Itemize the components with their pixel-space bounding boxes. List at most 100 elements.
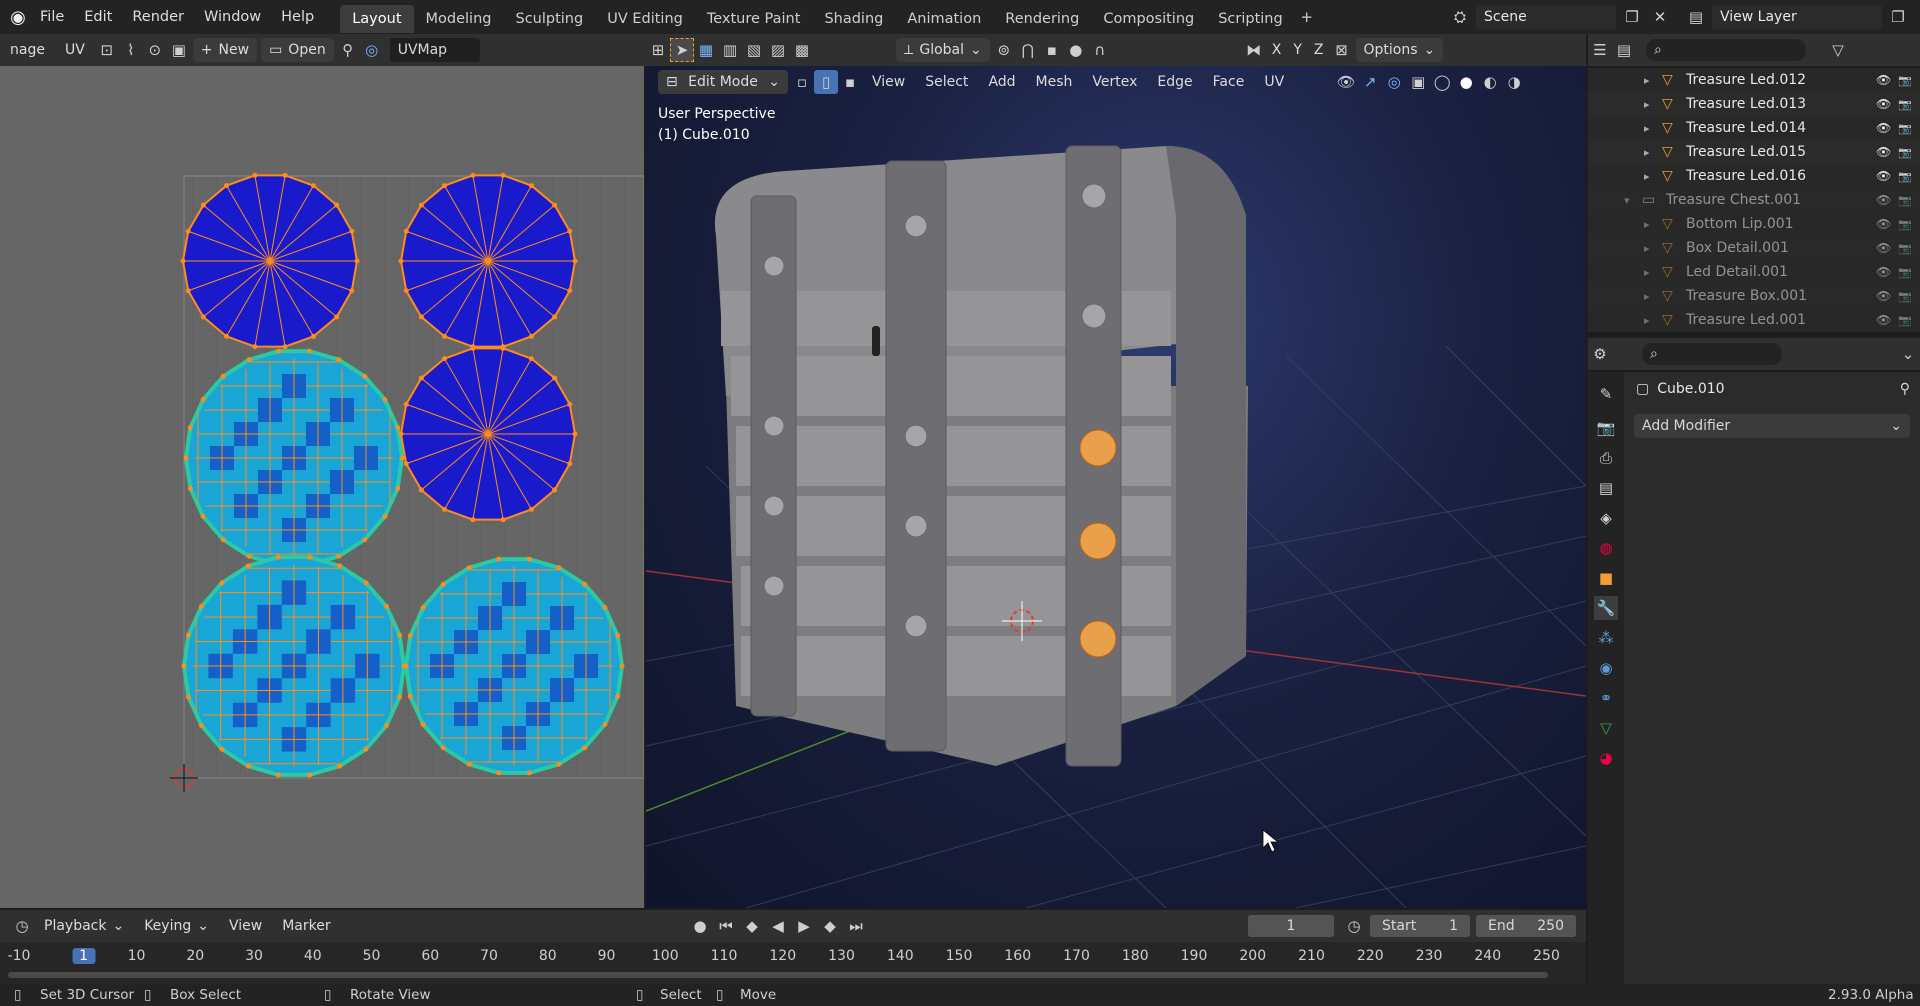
pin-icon[interactable]: ⚲: [1900, 381, 1910, 397]
clock-icon[interactable]: ◷: [1342, 914, 1366, 938]
select-mode-5-icon[interactable]: ▩: [790, 38, 814, 62]
menu-file[interactable]: File: [30, 0, 74, 34]
play-reverse-icon[interactable]: ◀: [766, 914, 790, 938]
blender-logo-icon[interactable]: ◉: [6, 5, 30, 29]
tab-rendering[interactable]: Rendering: [993, 5, 1091, 33]
outliner-row[interactable]: ▸ ▽ Led Detail.001 👁 📷: [1588, 260, 1920, 284]
axis-x-toggle[interactable]: X: [1268, 38, 1286, 62]
timeline-scrollbar[interactable]: [8, 972, 1548, 978]
editor-type-icon[interactable]: ⊞: [646, 38, 670, 62]
visibility-eye-icon[interactable]: 👁: [1876, 73, 1898, 87]
uv-editor-canvas[interactable]: [0, 66, 644, 908]
uv-layout[interactable]: [0, 66, 644, 908]
select-tool-icon[interactable]: ➤: [670, 38, 694, 62]
outliner-row[interactable]: ▸ ▽ Box Detail.001 👁 📷: [1588, 236, 1920, 260]
collapse-arrow-icon[interactable]: ▾: [1624, 194, 1642, 207]
menu-window[interactable]: Window: [194, 0, 271, 34]
uvmap-field[interactable]: UVMap: [389, 38, 480, 62]
visibility-eye-icon[interactable]: 👁: [1876, 217, 1898, 231]
select-mode-1-icon[interactable]: ▦: [694, 38, 718, 62]
properties-editor-icon[interactable]: ⚙: [1588, 342, 1612, 366]
physics-tab-icon[interactable]: ◉: [1594, 656, 1618, 680]
snap-magnet-icon[interactable]: ⋂: [1016, 38, 1040, 62]
visibility-eye-icon[interactable]: 👁: [1876, 121, 1898, 135]
render-camera-icon[interactable]: 📷: [1898, 314, 1920, 327]
auto-merge-icon[interactable]: ⊠: [1330, 38, 1354, 62]
delete-view-layer-icon[interactable]: ✕: [1914, 5, 1920, 29]
view-layer-tab-icon[interactable]: ▤: [1594, 476, 1618, 500]
orientation-dropdown[interactable]: ⟂ Global ⌄: [896, 38, 990, 62]
render-tab-icon[interactable]: 📷: [1594, 416, 1618, 440]
menu-edit[interactable]: Edit: [74, 0, 122, 34]
scene-field[interactable]: Scene: [1476, 5, 1616, 29]
start-field[interactable]: Start 1: [1370, 915, 1470, 937]
proportional-edit-icon[interactable]: ●: [1064, 38, 1088, 62]
expand-arrow-icon[interactable]: ▸: [1644, 314, 1662, 327]
expand-arrow-icon[interactable]: ▸: [1644, 242, 1662, 255]
axis-z-toggle[interactable]: Z: [1310, 38, 1328, 62]
properties-search-input[interactable]: ⌕: [1642, 343, 1782, 365]
expand-arrow-icon[interactable]: ▸: [1644, 122, 1662, 135]
jump-end-icon[interactable]: ⏭: [844, 914, 868, 938]
visibility-eye-icon[interactable]: 👁: [1876, 97, 1898, 111]
expand-arrow-icon[interactable]: ▸: [1644, 290, 1662, 303]
new-scene-icon[interactable]: ❐: [1620, 5, 1644, 29]
overlay-icon[interactable]: ◎: [360, 38, 384, 62]
visibility-eye-icon[interactable]: 👁: [1876, 289, 1898, 303]
outliner-row[interactable]: ▸ ▽ Treasure Led.013 👁 📷: [1588, 92, 1920, 116]
outliner-row[interactable]: ▸ ▽ Treasure Led.015 👁 📷: [1588, 140, 1920, 164]
tab-sculpting[interactable]: Sculpting: [503, 5, 595, 33]
visibility-eye-icon[interactable]: 👁: [1876, 193, 1898, 207]
render-camera-icon[interactable]: 📷: [1898, 194, 1920, 207]
tab-layout[interactable]: Layout: [340, 4, 414, 33]
image-type-icon[interactable]: ▣: [167, 38, 191, 62]
scene-tab-icon[interactable]: ◈: [1594, 506, 1618, 530]
render-camera-icon[interactable]: 📷: [1898, 98, 1920, 111]
constraints-tab-icon[interactable]: ⚭: [1594, 686, 1618, 710]
tab-shading[interactable]: Shading: [812, 5, 895, 33]
options-dropdown[interactable]: Options ⌄: [1355, 38, 1444, 62]
scene-icon[interactable]: ⛭: [1448, 5, 1472, 29]
tab-uv-editing[interactable]: UV Editing: [595, 5, 695, 33]
modifier-tab-icon[interactable]: 🔧: [1594, 596, 1618, 620]
outliner-row[interactable]: ▸ ▽ Bottom Lip.001 👁 📷: [1588, 212, 1920, 236]
output-tab-icon[interactable]: ⎙: [1594, 446, 1618, 470]
prev-keyframe-icon[interactable]: ◆: [740, 914, 764, 938]
tab-animation[interactable]: Animation: [895, 5, 993, 33]
visibility-eye-icon[interactable]: 👁: [1876, 241, 1898, 255]
add-workspace-icon[interactable]: +: [1295, 5, 1319, 29]
select-mode-2-icon[interactable]: ▥: [718, 38, 742, 62]
pivot-icon[interactable]: ⊡: [95, 38, 119, 62]
visibility-eye-icon[interactable]: 👁: [1876, 169, 1898, 183]
outliner-row[interactable]: ▸ ▽ Treasure Led.012 👁 📷: [1588, 68, 1920, 92]
render-camera-icon[interactable]: 📷: [1898, 266, 1920, 279]
expand-arrow-icon[interactable]: ▸: [1644, 266, 1662, 279]
snap-element-icon[interactable]: ▪: [1040, 38, 1064, 62]
jump-start-icon[interactable]: ⏮: [714, 914, 738, 938]
menu-timeline-view[interactable]: View: [221, 914, 270, 938]
play-icon[interactable]: ▶: [792, 914, 816, 938]
render-camera-icon[interactable]: 📷: [1898, 146, 1920, 159]
delete-scene-icon[interactable]: ✕: [1648, 5, 1672, 29]
menu-marker[interactable]: Marker: [274, 914, 338, 938]
select-mode-4-icon[interactable]: ▨: [766, 38, 790, 62]
material-tab-icon[interactable]: ◕: [1594, 746, 1618, 770]
pivot-point-icon[interactable]: ⊚: [992, 38, 1016, 62]
render-camera-icon[interactable]: 📷: [1898, 122, 1920, 135]
data-tab-icon[interactable]: ▽: [1594, 716, 1618, 740]
snap-icon[interactable]: ⌇: [119, 38, 143, 62]
viewport-canvas[interactable]: ⊟ Edit Mode ⌄ ▫ ▯ ▪ View Select Add Mesh V…: [646, 66, 1586, 908]
menu-playback[interactable]: Playback ⌄: [36, 914, 132, 938]
particles-tab-icon[interactable]: ⁂: [1594, 626, 1618, 650]
axis-y-toggle[interactable]: Y: [1289, 38, 1306, 62]
expand-arrow-icon[interactable]: ▸: [1644, 98, 1662, 111]
expand-arrow-icon[interactable]: ▸: [1644, 170, 1662, 183]
chest-scene[interactable]: [646, 66, 1586, 908]
outliner-row[interactable]: ▸ ▽ Treasure Led.016 👁 📷: [1588, 164, 1920, 188]
add-modifier-dropdown[interactable]: Add Modifier ⌄: [1634, 414, 1910, 438]
view-layer-icon[interactable]: ▤: [1684, 5, 1708, 29]
expand-arrow-icon[interactable]: ▸: [1644, 218, 1662, 231]
visibility-eye-icon[interactable]: 👁: [1876, 265, 1898, 279]
visibility-eye-icon[interactable]: 👁: [1876, 313, 1898, 327]
new-view-layer-icon[interactable]: ❐: [1886, 5, 1910, 29]
